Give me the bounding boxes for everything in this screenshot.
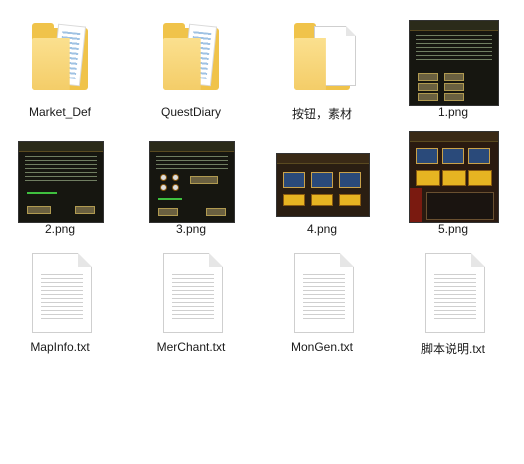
file-label: 3.png xyxy=(175,222,207,236)
file-label: 1.png xyxy=(437,105,469,119)
file-item-mapinfo-txt[interactable]: MapInfo.txt xyxy=(0,243,120,361)
file-item-script-readme-txt[interactable]: 脚本说明.txt xyxy=(393,243,513,361)
folder-icon xyxy=(18,14,102,104)
text-file-icon xyxy=(149,249,233,339)
text-file-icon xyxy=(280,249,364,339)
folder-icon xyxy=(149,14,233,104)
file-item-5-png[interactable]: 5.png xyxy=(393,125,513,243)
file-item-mongen-txt[interactable]: MonGen.txt xyxy=(262,243,382,361)
file-label: QuestDiary xyxy=(160,105,222,119)
file-label: 5.png xyxy=(437,222,469,236)
file-label: MerChant.txt xyxy=(156,340,226,354)
file-label: MonGen.txt xyxy=(290,340,354,354)
text-file-icon xyxy=(18,249,102,339)
file-label: 2.png xyxy=(44,222,76,236)
file-item-merchant-txt[interactable]: MerChant.txt xyxy=(131,243,251,361)
image-thumbnail-icon xyxy=(409,131,499,223)
image-thumbnail-icon xyxy=(409,14,499,106)
file-label: Market_Def xyxy=(28,105,92,119)
file-item-market-def[interactable]: Market_Def xyxy=(0,8,120,126)
image-thumbnail-icon xyxy=(149,131,235,223)
file-item-3-png[interactable]: 3.png xyxy=(131,125,251,243)
file-item-2-png[interactable]: 2.png xyxy=(0,125,120,243)
image-thumbnail-icon xyxy=(276,131,370,221)
image-thumbnail-icon xyxy=(18,131,104,223)
file-item-buttons-assets[interactable]: 按钮，素材 xyxy=(262,8,382,126)
file-item-questdiary[interactable]: QuestDiary xyxy=(131,8,251,126)
file-label: 按钮，素材 xyxy=(291,107,352,121)
file-item-4-png[interactable]: 4.png xyxy=(262,125,382,243)
file-label: MapInfo.txt xyxy=(30,340,90,354)
text-file-icon xyxy=(411,249,495,339)
folder-icon xyxy=(280,14,364,104)
file-item-1-png[interactable]: 1.png xyxy=(393,8,513,126)
file-label: 4.png xyxy=(306,222,338,236)
file-label: 脚本说明.txt xyxy=(420,342,485,356)
